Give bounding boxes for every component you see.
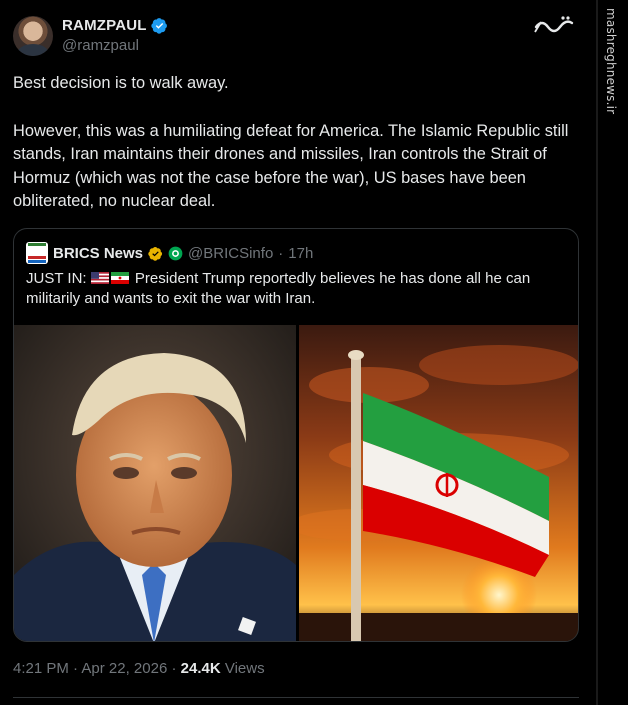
quoted-author-handle[interactable]: @BRICSinfo [188,245,273,262]
iran-flag-icon [110,272,129,284]
verified-badge-icon[interactable] [151,17,168,34]
watermark-site: mashreghnews.ir [604,8,618,115]
mashregh-logo-icon [533,13,577,39]
tweet-text: Best decision is to walk away. However, … [13,72,583,214]
author-name[interactable]: RAMZPAUL [62,17,147,34]
author-name-row: RAMZPAUL [62,17,168,34]
quoted-tweet[interactable]: BRICS News @BRICSinfo · 17h JUST IN: Pre… [13,228,579,642]
tweet-time[interactable]: 4:21 PM [13,660,69,677]
quoted-header: BRICS News @BRICSinfo · 17h [26,242,313,264]
iran-flag-photo[interactable] [299,325,578,641]
tweet-date[interactable]: Apr 22, 2026 [81,660,167,677]
views-count: 24.4K [180,660,221,677]
quoted-prefix: JUST IN: [26,270,87,287]
tweet-meta: 4:21 PM · Apr 22, 2026 · 24.4K Views [13,660,265,677]
affiliate-badge-icon[interactable] [168,246,183,261]
author-avatar[interactable] [13,16,53,56]
quoted-author-name[interactable]: BRICS News [53,245,143,262]
tweet[interactable]: RAMZPAUL @ramzpaul Best decision is to w… [0,0,596,705]
views-label: Views [224,660,265,677]
quoted-text: JUST IN: President Trump reportedly beli… [26,269,571,309]
avatar-shirt [17,44,49,56]
quoted-timestamp[interactable]: 17h [288,245,313,262]
author-handle[interactable]: @ramzpaul [62,37,168,54]
meta-separator-2: · [171,660,181,677]
trump-photo[interactable] [14,325,296,641]
tweet-paragraph-2: However, this was a humiliating defeat f… [13,121,569,211]
author-block: RAMZPAUL @ramzpaul [62,17,168,54]
bottom-divider [13,697,579,698]
tweet-paragraph-1: Best decision is to walk away. [13,74,229,92]
gold-verified-icon[interactable] [148,246,163,261]
quoted-separator: · [278,244,284,262]
brics-avatar[interactable] [26,242,48,264]
us-flag-icon [90,272,109,284]
